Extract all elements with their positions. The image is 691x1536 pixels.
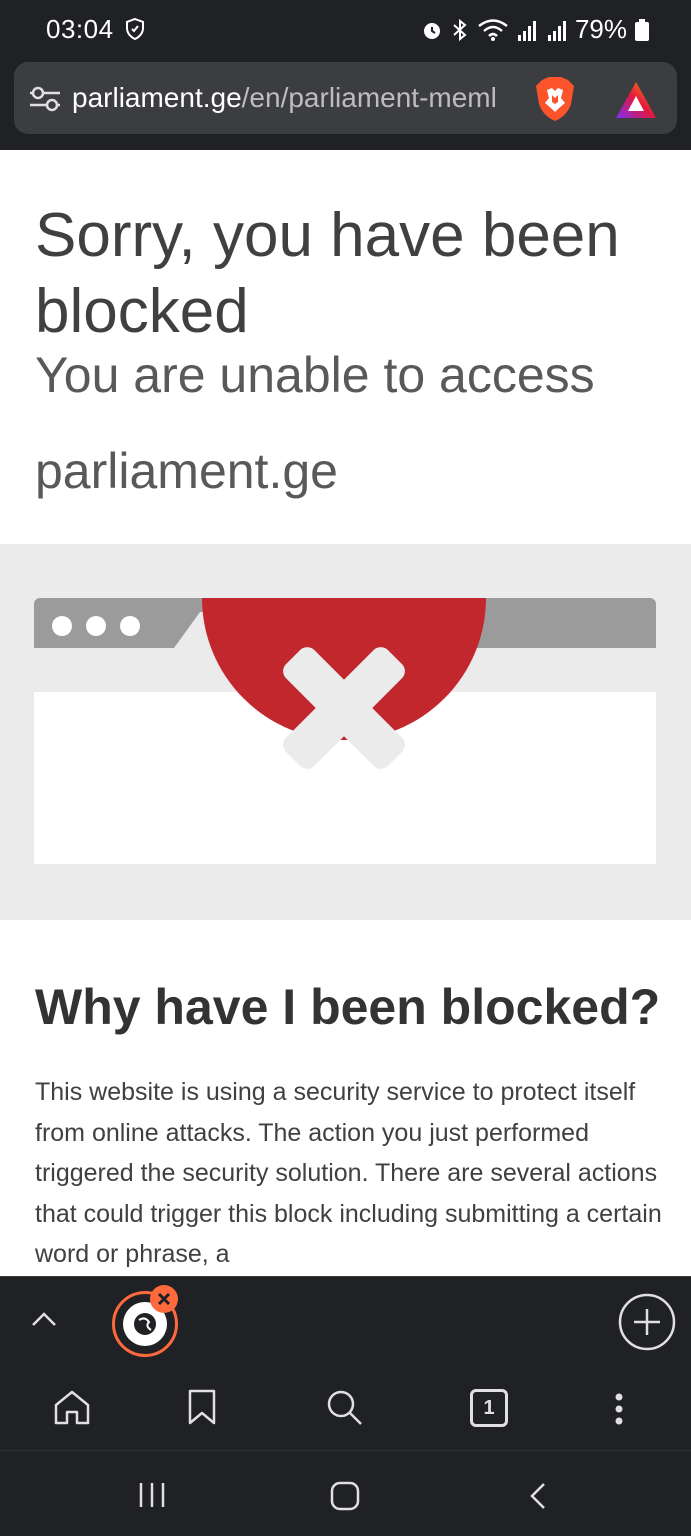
tune-icon[interactable] bbox=[30, 86, 60, 112]
status-time: 03:04 bbox=[46, 14, 114, 44]
home-icon[interactable] bbox=[52, 1387, 92, 1427]
blocked-illustration bbox=[0, 544, 691, 920]
window-dot bbox=[52, 616, 72, 636]
browser-toolbar: parliament.ge/en/parliament-meml bbox=[0, 58, 691, 150]
recents-icon[interactable] bbox=[136, 1481, 168, 1509]
url-path: /en/parliament-meml bbox=[241, 82, 497, 113]
blocked-x-icon bbox=[202, 598, 486, 769]
tabs-icon[interactable]: 1 bbox=[470, 1389, 508, 1427]
bottom-toolbar: 1 bbox=[0, 1276, 691, 1450]
url-text[interactable]: parliament.ge/en/parliament-meml bbox=[72, 82, 532, 114]
shield-icon bbox=[126, 17, 144, 41]
window-dot bbox=[120, 616, 140, 636]
battery-percent: 79% bbox=[574, 14, 627, 44]
window-dot bbox=[86, 616, 106, 636]
wifi-icon bbox=[478, 18, 508, 41]
subtitle-line-2: parliament.ge bbox=[35, 443, 338, 499]
status-icons: 79% bbox=[421, 14, 649, 45]
subtitle-line-1: You are unable to access bbox=[35, 347, 595, 403]
search-icon[interactable] bbox=[324, 1387, 364, 1427]
navigation-row: 1 bbox=[0, 1379, 691, 1439]
url-domain: parliament.ge bbox=[72, 82, 242, 113]
system-navigation-bar bbox=[0, 1450, 691, 1536]
why-blocked-heading: Why have I been blocked? bbox=[35, 979, 661, 1035]
battery-icon bbox=[635, 18, 649, 41]
brave-shields-icon[interactable] bbox=[534, 76, 576, 122]
why-blocked-text: This website is using a security service… bbox=[35, 1078, 662, 1268]
bookmark-icon[interactable] bbox=[182, 1387, 222, 1427]
address-bar[interactable]: parliament.ge/en/parliament-meml bbox=[14, 62, 677, 134]
status-bar: 03:04 79% bbox=[0, 0, 691, 58]
back-icon[interactable] bbox=[526, 1481, 550, 1511]
alarm-icon bbox=[423, 22, 440, 39]
signal-icon bbox=[517, 20, 536, 41]
more-icon[interactable] bbox=[604, 1389, 634, 1429]
page-title: Sorry, you have been blocked bbox=[35, 201, 620, 346]
home-icon[interactable] bbox=[330, 1481, 360, 1511]
brave-rewards-icon[interactable] bbox=[614, 80, 658, 120]
page-subtitle: You are unable to access parliament.ge bbox=[35, 350, 665, 496]
plus-icon[interactable] bbox=[618, 1293, 676, 1351]
chevron-up-icon[interactable] bbox=[30, 1309, 58, 1329]
bluetooth-icon bbox=[453, 18, 467, 41]
signal-icon-2 bbox=[547, 20, 566, 41]
web-page: Sorry, you have been blocked You are una… bbox=[0, 150, 691, 1276]
close-icon[interactable] bbox=[150, 1285, 178, 1313]
